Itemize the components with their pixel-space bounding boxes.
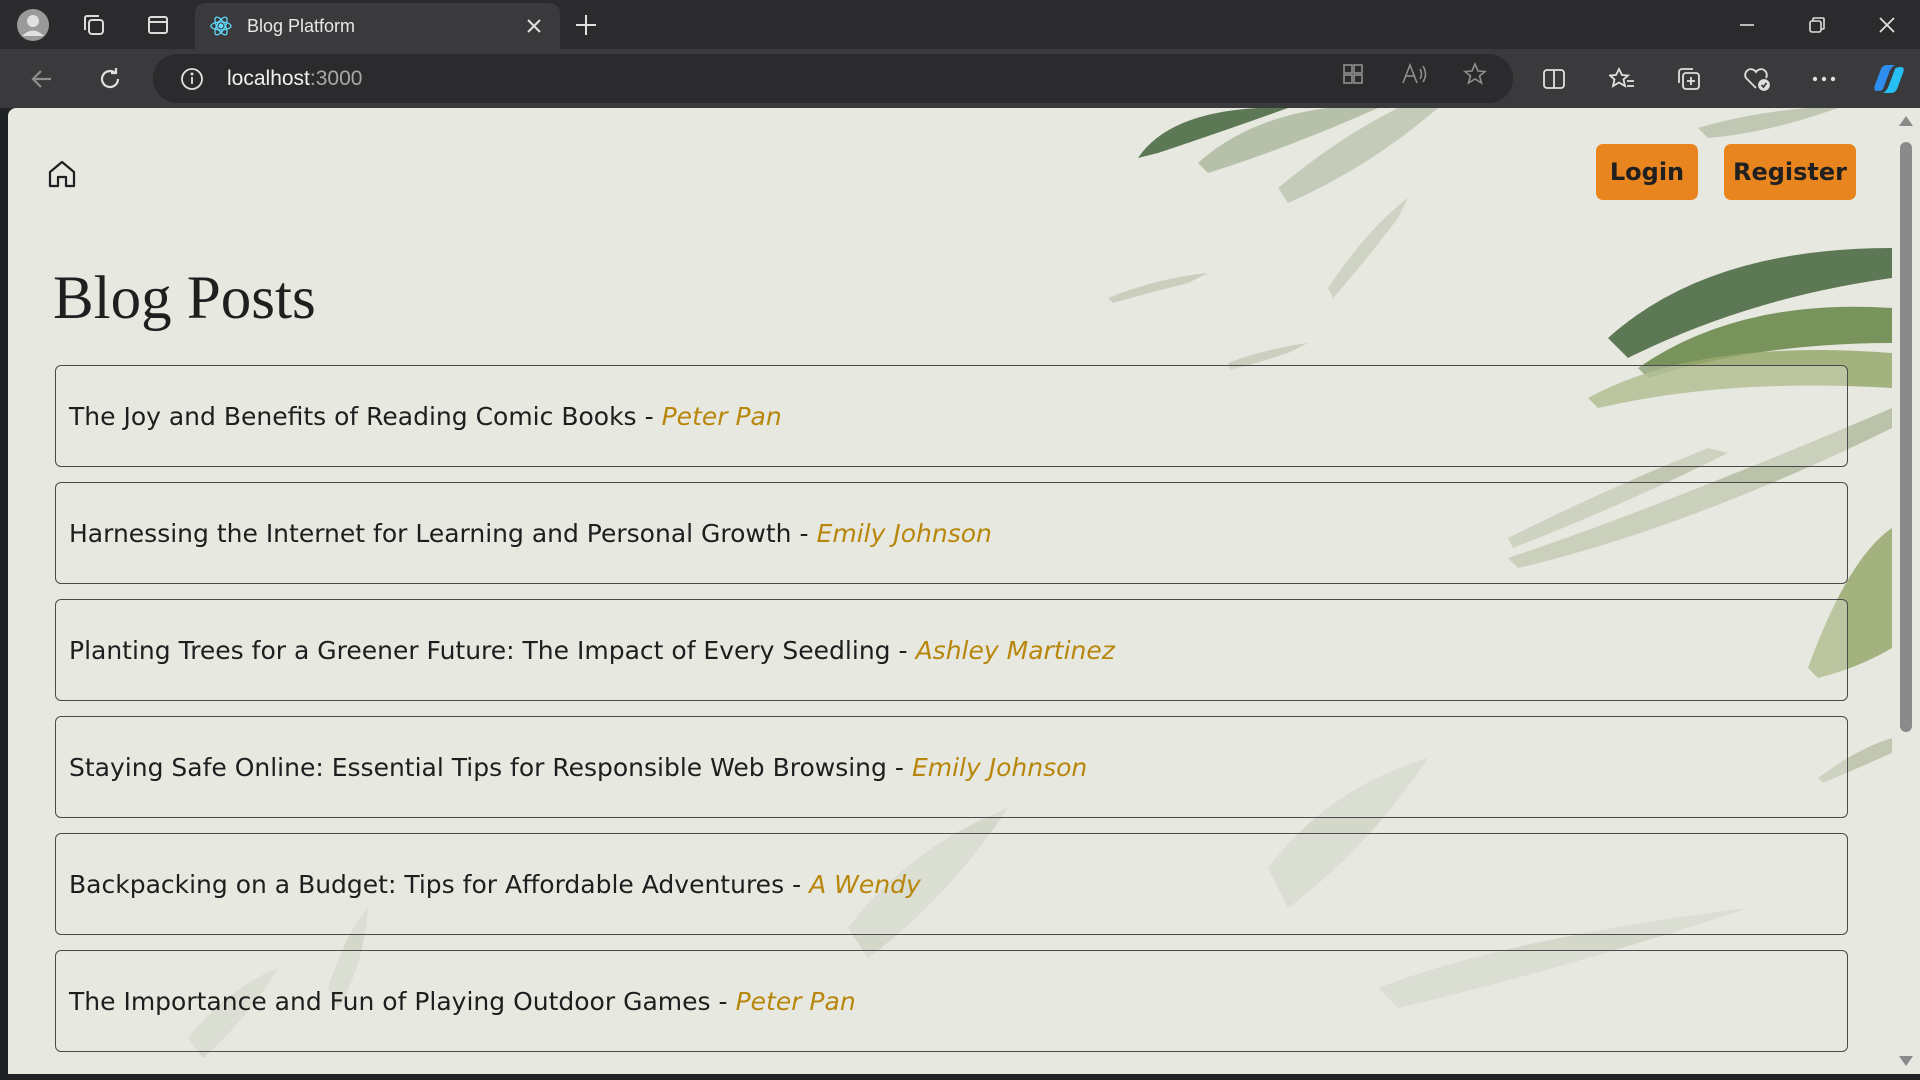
- post-author: Emily Johnson: [816, 518, 992, 548]
- scroll-up-arrow-icon[interactable]: [1899, 116, 1913, 126]
- tab-title: Blog Platform: [247, 15, 356, 36]
- url-text: localhost:3000: [227, 67, 362, 91]
- post-list: The Joy and Benefits of Reading Comic Bo…: [55, 365, 1848, 1067]
- register-button[interactable]: Register: [1724, 144, 1856, 200]
- workspaces-icon[interactable]: [75, 6, 113, 44]
- collections-icon[interactable]: [1668, 58, 1710, 100]
- favorites-icon[interactable]: [1601, 58, 1643, 100]
- url-port: :3000: [309, 66, 363, 90]
- post-item[interactable]: The Importance and Fun of Playing Outdoo…: [55, 950, 1848, 1052]
- read-aloud-icon[interactable]: [1393, 58, 1435, 90]
- app-available-icon[interactable]: [1332, 58, 1374, 90]
- post-author: Ashley Martinez: [915, 635, 1115, 665]
- new-tab-icon[interactable]: [567, 6, 605, 44]
- home-icon[interactable]: [44, 156, 80, 192]
- page-scrollbar[interactable]: [1892, 108, 1920, 1074]
- post-separator: -: [792, 869, 802, 899]
- post-separator: -: [898, 635, 908, 665]
- post-title: The Importance and Fun of Playing Outdoo…: [69, 986, 711, 1016]
- post-separator: -: [799, 518, 809, 548]
- minimize-icon[interactable]: [1712, 0, 1782, 49]
- post-author: A Wendy: [809, 869, 921, 899]
- post-item[interactable]: Staying Safe Online: Essential Tips for …: [55, 716, 1848, 818]
- react-favicon-icon: [209, 14, 233, 38]
- active-tab[interactable]: Blog Platform: [195, 3, 560, 49]
- scrollbar-thumb[interactable]: [1900, 142, 1912, 732]
- post-title: Staying Safe Online: Essential Tips for …: [69, 752, 887, 782]
- browser-tab-strip: Blog Platform: [0, 0, 1920, 49]
- browser-essentials-icon[interactable]: [1736, 58, 1778, 100]
- browser-toolbar: localhost:3000: [0, 49, 1920, 108]
- refresh-icon[interactable]: [89, 58, 131, 100]
- post-author: Peter Pan: [735, 986, 856, 1016]
- post-title: Harnessing the Internet for Learning and…: [69, 518, 792, 548]
- profile-avatar-icon[interactable]: [14, 6, 52, 44]
- address-bar[interactable]: localhost:3000: [153, 54, 1513, 103]
- close-window-icon[interactable]: [1852, 0, 1920, 49]
- favorite-star-icon[interactable]: [1454, 58, 1496, 90]
- copilot-icon[interactable]: [1868, 58, 1910, 100]
- post-author: Peter Pan: [661, 401, 782, 431]
- split-screen-icon[interactable]: [1533, 58, 1575, 100]
- site-info-icon[interactable]: [177, 64, 207, 94]
- post-item[interactable]: The Joy and Benefits of Reading Comic Bo…: [55, 365, 1848, 467]
- post-title: Planting Trees for a Greener Future: The…: [69, 635, 891, 665]
- post-separator: -: [718, 986, 728, 1016]
- post-separator: -: [894, 752, 904, 782]
- post-separator: -: [644, 401, 654, 431]
- login-button[interactable]: Login: [1596, 144, 1698, 200]
- post-title: The Joy and Benefits of Reading Comic Bo…: [69, 401, 637, 431]
- more-options-icon[interactable]: [1803, 58, 1845, 100]
- vertical-tabs-icon[interactable]: [139, 6, 177, 44]
- post-item[interactable]: Harnessing the Internet for Learning and…: [55, 482, 1848, 584]
- restore-window-icon[interactable]: [1782, 0, 1852, 49]
- post-author: Emily Johnson: [911, 752, 1088, 782]
- page-title: Blog Posts: [53, 265, 316, 332]
- close-tab-icon[interactable]: [522, 14, 546, 38]
- page-viewport: Login Register Blog Posts The Joy and Be…: [8, 108, 1892, 1074]
- back-arrow-icon[interactable]: [21, 58, 63, 100]
- post-item[interactable]: Backpacking on a Budget: Tips for Afford…: [55, 833, 1848, 935]
- url-host: localhost: [227, 66, 310, 90]
- post-item[interactable]: Planting Trees for a Greener Future: The…: [55, 599, 1848, 701]
- scroll-down-arrow-icon[interactable]: [1899, 1056, 1913, 1066]
- post-title: Backpacking on a Budget: Tips for Afford…: [69, 869, 785, 899]
